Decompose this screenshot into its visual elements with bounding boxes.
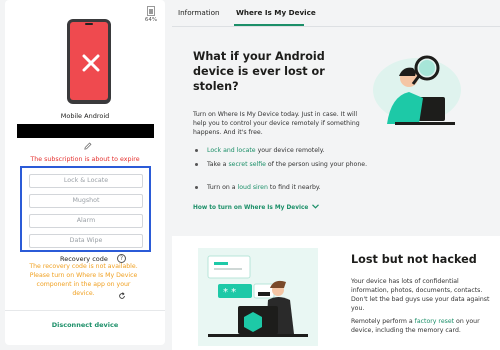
- detective-illustration: [373, 55, 461, 125]
- battery-icon: [147, 6, 155, 16]
- edit-pencil-icon[interactable]: [84, 142, 92, 150]
- battery-percent: 64%: [144, 17, 158, 23]
- mugshot-button[interactable]: Mugshot: [29, 194, 143, 208]
- bullet-text: your device remotely.: [255, 147, 325, 154]
- bullet-loud-siren: Turn on a loud siren to find it nearby.: [193, 183, 378, 192]
- chevron-down-icon: [312, 204, 320, 209]
- tabs-divider: [172, 26, 500, 27]
- factory-reset-link[interactable]: factory reset: [415, 318, 454, 325]
- security-illustration: * *: [198, 248, 318, 346]
- bullet-text: to find it nearby.: [267, 184, 321, 191]
- bullet-secret-selfie: Take a secret selfie of the person using…: [193, 160, 378, 169]
- tab-information[interactable]: Information: [178, 8, 220, 17]
- svg-text:* *: * *: [223, 287, 236, 298]
- lost-panel-title: Lost but not hacked: [351, 253, 477, 266]
- active-tab-indicator: [234, 24, 304, 26]
- where-panel-title: What if your Android device is ever lost…: [193, 50, 325, 93]
- bullet-lock-locate: Lock and locate your device remotely.: [193, 146, 378, 155]
- loud-siren-link[interactable]: loud siren: [238, 184, 268, 191]
- data-wipe-button[interactable]: Data Wipe: [29, 234, 143, 248]
- lock-locate-link[interactable]: Lock and locate: [207, 147, 256, 154]
- alarm-button[interactable]: Alarm: [29, 214, 143, 228]
- lost-panel-paragraph-1: Your device has lots of confidential inf…: [351, 278, 490, 312]
- lost-panel-paragraph-2: Remotely perform a factory reset on your…: [351, 317, 491, 335]
- device-name: Mobile Android: [60, 112, 110, 120]
- actions-highlight-box: Lock & Locate Mugshot Alarm Data Wipe: [20, 166, 151, 252]
- phone-illustration: [67, 19, 111, 104]
- battery-indicator: 64%: [143, 6, 159, 23]
- disconnect-device-button[interactable]: Disconnect device: [5, 321, 165, 329]
- phone-x-icon: [82, 54, 100, 72]
- bullet-text: of the person using your phone.: [265, 161, 368, 168]
- paragraph-text: Remotely perform a: [351, 318, 415, 325]
- how-to-turn-on-link[interactable]: How to turn on Where Is My Device: [193, 204, 320, 211]
- tab-where-is-my-device[interactable]: Where Is My Device: [236, 8, 316, 17]
- bullet-text: Turn on a: [207, 184, 238, 191]
- redacted-block: [17, 124, 154, 138]
- lock-locate-button[interactable]: Lock & Locate: [29, 174, 143, 188]
- refresh-icon[interactable]: [118, 292, 126, 300]
- card-divider: [5, 310, 165, 311]
- where-panel-intro: Turn on Where Is My Device today. Just i…: [193, 111, 360, 136]
- bullet-text: Take a: [207, 161, 229, 168]
- subscription-warning: The subscription is about to expire: [30, 156, 140, 163]
- how-to-label: How to turn on Where Is My Device: [193, 205, 309, 211]
- secret-selfie-link[interactable]: secret selfie: [228, 161, 266, 168]
